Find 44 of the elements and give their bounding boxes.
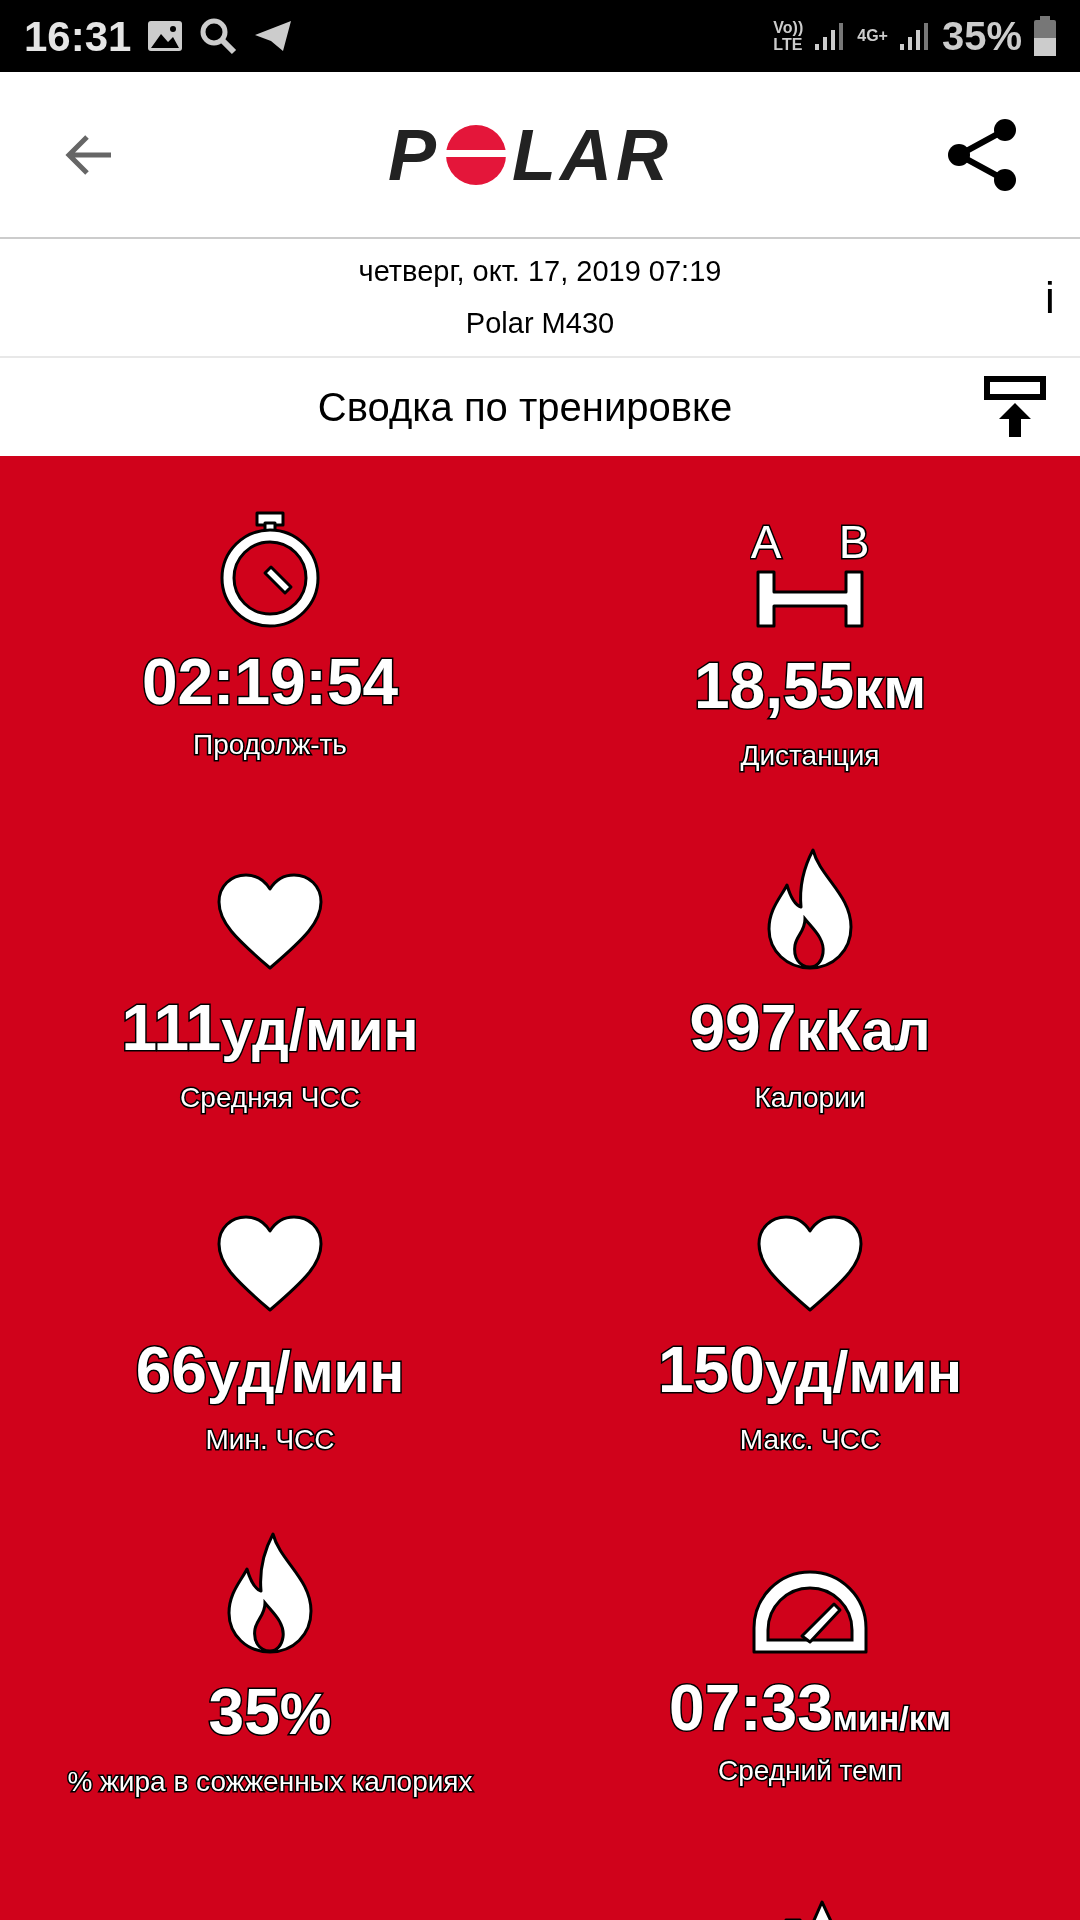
- device-name: Polar M430: [465, 305, 615, 341]
- metric-label: Макс. ЧСС: [739, 1423, 881, 1457]
- image-icon: [147, 20, 184, 52]
- session-date: четверг, окт. 17, 2019 07:19: [358, 254, 722, 289]
- heart-icon: [215, 1214, 325, 1314]
- status-time: 16:31: [24, 11, 132, 62]
- metric-value: 02:19:54: [141, 645, 399, 720]
- metric-value: 66: [135, 1333, 207, 1408]
- metric-unit: км: [854, 654, 927, 722]
- metric-label: Калории: [754, 1081, 866, 1115]
- metric-label: Средняя ЧСС: [180, 1081, 360, 1115]
- metric-unit: кКал: [796, 996, 931, 1064]
- metric-unit: уд/мин: [206, 1338, 405, 1406]
- heart-icon: [755, 1214, 865, 1314]
- metric-label: Дистанция: [740, 739, 880, 773]
- heart-icon: [215, 872, 325, 972]
- signal-icon: [899, 22, 930, 50]
- flame-icon: [765, 847, 855, 972]
- metric-unit: уд/мин: [221, 996, 419, 1064]
- metric-value: 997: [689, 991, 797, 1066]
- metric-value: 07:33: [669, 1671, 833, 1746]
- metric-unit: уд/мин: [764, 1338, 963, 1406]
- flame-icon: [225, 1531, 315, 1656]
- metric-value: 18,55: [693, 649, 855, 724]
- signal-icon: [815, 22, 846, 50]
- polar-logo: P LAR: [388, 118, 672, 191]
- metric-value: 35: [208, 1675, 280, 1750]
- send-icon: [253, 19, 294, 53]
- battery-icon: [1034, 16, 1056, 56]
- search-icon: [199, 17, 238, 55]
- battery-percent: 35%: [941, 13, 1022, 60]
- metric-value: 150: [657, 1333, 765, 1408]
- metric-unit: мин/км: [832, 1698, 951, 1739]
- metric-label: Мин. ЧСС: [205, 1423, 335, 1457]
- info-button[interactable]: i: [1020, 264, 1080, 331]
- metric-unit: %: [279, 1680, 332, 1748]
- metric-label: Продолж-ть: [193, 728, 347, 762]
- metric-label: Средний темп: [717, 1754, 903, 1788]
- network-type: 4G+: [857, 26, 888, 46]
- volte-label: Vo)): [773, 19, 804, 36]
- metric-label: % жира в сожженных калориях: [67, 1765, 473, 1799]
- metric-value: 111: [121, 991, 222, 1066]
- section-title: Сводка по тренировке: [316, 384, 734, 431]
- lte-label: LTE: [773, 36, 804, 53]
